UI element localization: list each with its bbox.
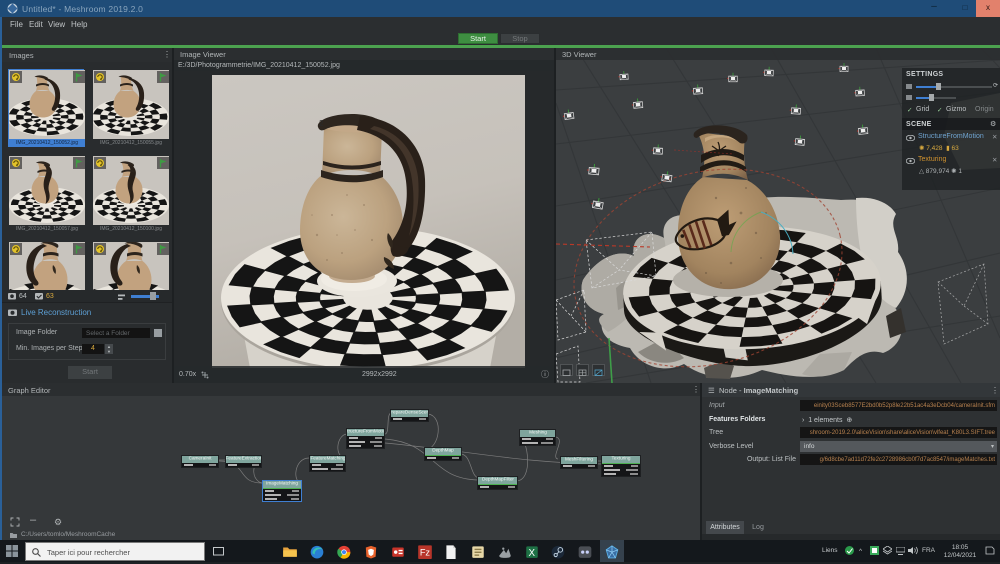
svg-text:2: 2 [319,119,324,128]
svg-text:Fz: Fz [420,547,431,557]
svg-text:X: X [529,548,536,559]
